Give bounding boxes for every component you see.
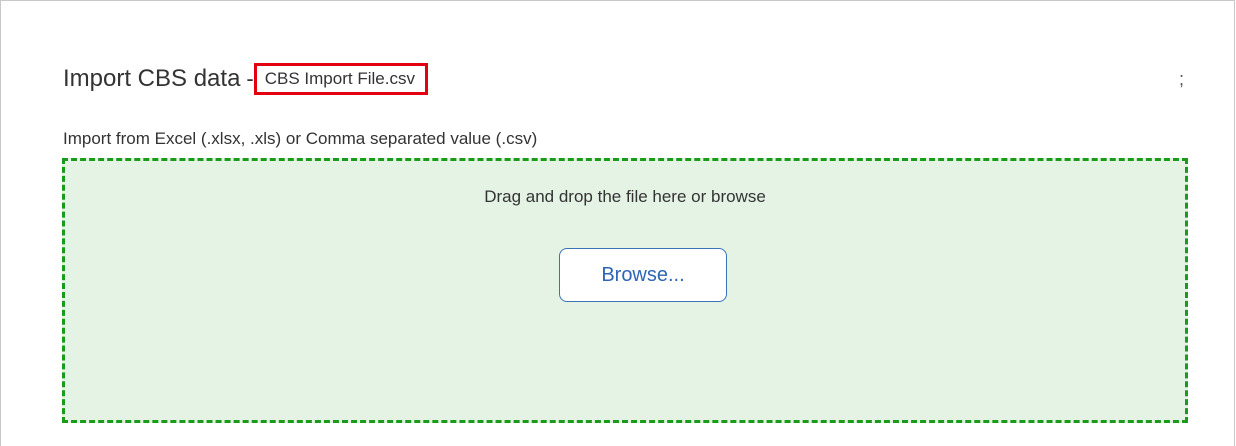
browse-button[interactable]: Browse... (559, 248, 727, 302)
selected-file-name: CBS Import File.csv (253, 63, 428, 95)
dialog-header: Import CBS data - CBS Import File.csv (63, 61, 1194, 97)
file-name-text: CBS Import File.csv (264, 69, 415, 88)
title-separator: - (246, 66, 254, 91)
file-drop-zone[interactable]: Drag and drop the file here or browse Br… (62, 158, 1188, 423)
more-options-icon[interactable]: ; (1179, 69, 1184, 90)
dialog-title: Import CBS data (63, 65, 241, 92)
import-instructions: Import from Excel (.xlsx, .xls) or Comma… (63, 129, 538, 148)
drop-hint-text: Drag and drop the file here or browse (484, 187, 766, 206)
import-dialog: Import CBS data - CBS Import File.csv ; … (0, 0, 1235, 446)
